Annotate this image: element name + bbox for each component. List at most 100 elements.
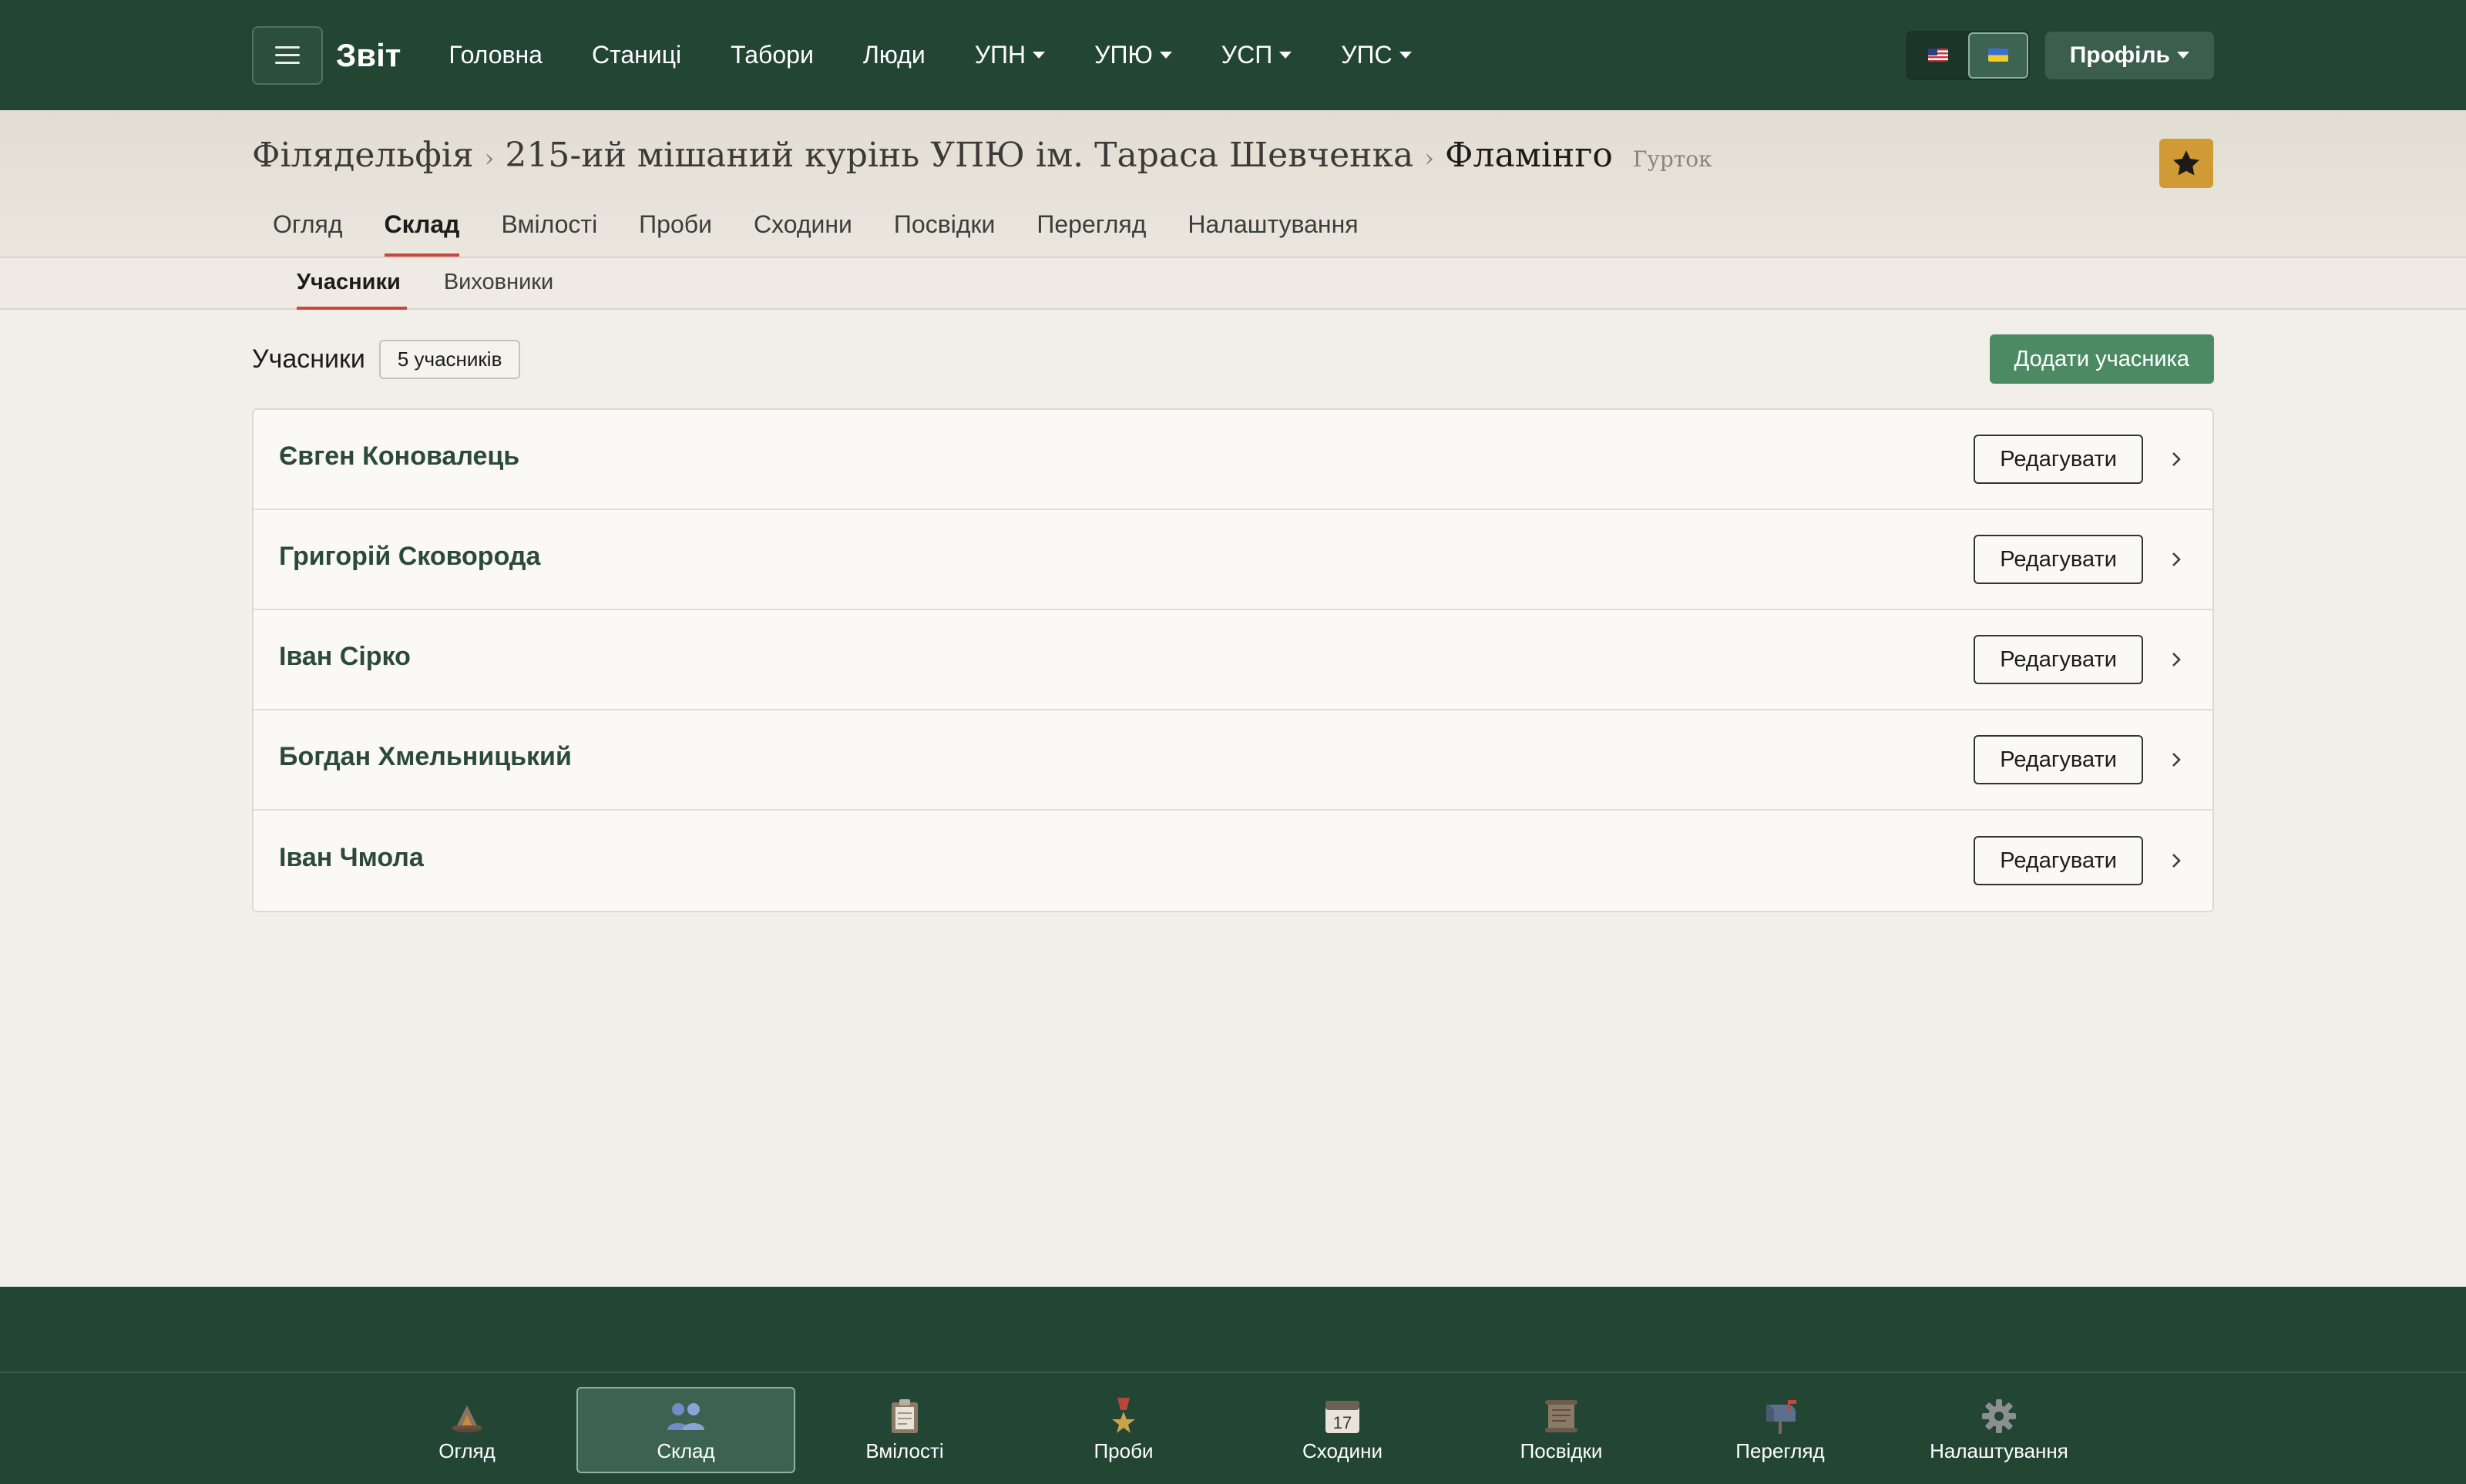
nav-link-label: Люди: [862, 41, 926, 69]
chevron-right-icon[interactable]: [2165, 551, 2188, 568]
edit-member-button[interactable]: Редагувати: [1974, 735, 2143, 784]
nav-link-label: Станиці: [591, 41, 682, 69]
bottom-nav-label: Сходини: [1302, 1439, 1383, 1462]
chevron-right-icon[interactable]: [2165, 651, 2188, 668]
caret-down-icon: [2177, 52, 2189, 59]
language-english-button[interactable]: [1908, 32, 1968, 79]
member-row[interactable]: Григорій Сковорода Редагувати: [254, 510, 2212, 610]
calendar-icon: 17: [1324, 1398, 1361, 1435]
menu-toggle-button[interactable]: [252, 25, 323, 85]
bottom-nav-label: Посвідки: [1520, 1439, 1603, 1462]
page-title: Фламінго: [1444, 136, 1613, 175]
member-name[interactable]: Григорій Сковорода: [279, 542, 540, 572]
language-switcher: [1906, 30, 2030, 80]
navbar-inner: Звіт Головна Станиці Табори Люди УПН УПЮ…: [252, 0, 2214, 110]
breadcrumb-link-stanytsia[interactable]: Філядельфія: [252, 136, 474, 175]
chevron-right-icon[interactable]: [2165, 751, 2188, 768]
bottom-nav-label: Проби: [1094, 1439, 1154, 1462]
member-row[interactable]: Богдан Хмельницький Редагувати: [254, 710, 2212, 811]
chevron-right-icon[interactable]: [2165, 451, 2188, 468]
member-list: Євген Коновалець Редагувати Григорій Ско…: [252, 408, 2214, 912]
tab-overview[interactable]: Огляд: [252, 203, 364, 257]
edit-member-button[interactable]: Редагувати: [1974, 435, 2143, 484]
bottom-nav-review[interactable]: Перегляд: [1671, 1387, 1890, 1473]
bottom-nav-label: Вмілості: [865, 1439, 944, 1462]
member-row[interactable]: Євген Коновалець Редагувати: [254, 410, 2212, 510]
unit-type-label: Гурток: [1632, 146, 1712, 172]
member-name[interactable]: Євген Коновалець: [279, 442, 519, 472]
members-title: Учасники: [252, 344, 365, 374]
tab-review[interactable]: Перегляд: [1016, 203, 1167, 257]
bottom-nav-overview[interactable]: Огляд: [358, 1387, 576, 1473]
page-header: Філядельфія › 215-ий мішаний курінь УПЮ …: [0, 110, 2466, 257]
breadcrumb-link-kurin[interactable]: 215-ий мішаний курінь УПЮ ім. Тараса Шев…: [505, 136, 1413, 175]
bottom-nav-label: Перегляд: [1735, 1439, 1825, 1462]
tab-skills[interactable]: Вмілості: [480, 203, 618, 257]
people-icon: [666, 1398, 706, 1435]
member-count-badge: 5 учасників: [378, 339, 521, 379]
nav-link-stanytsi[interactable]: Станиці: [592, 41, 681, 69]
nav-link-label: УПН: [974, 41, 1026, 69]
profile-dropdown-button[interactable]: Профіль: [2044, 31, 2214, 79]
gear-icon: [1981, 1398, 2017, 1435]
bottom-nav: Огляд Склад Вмілості Проби 17 Сходини По…: [0, 1372, 2466, 1484]
add-member-button[interactable]: Додати учасника: [1989, 334, 2214, 384]
chevron-right-icon[interactable]: [2165, 852, 2188, 869]
navbar-right: Профіль: [1906, 30, 2214, 80]
bottom-nav-roster[interactable]: Склад: [576, 1387, 795, 1473]
us-flag-icon: [1927, 49, 1948, 62]
member-row[interactable]: Іван Сірко Редагувати: [254, 610, 2212, 710]
language-ukrainian-button[interactable]: [1967, 32, 2028, 79]
nav-link-home[interactable]: Головна: [449, 41, 543, 69]
tab-certificates[interactable]: Посвідки: [873, 203, 1016, 257]
breadcrumb: Філядельфія › 215-ий мішаний курінь УПЮ …: [252, 136, 1712, 175]
nav-dropdown-usp[interactable]: УСП: [1221, 41, 1292, 69]
edit-member-button[interactable]: Редагувати: [1974, 836, 2143, 885]
clipboard-icon: [889, 1398, 920, 1435]
profile-label: Профіль: [2069, 42, 2170, 68]
member-name[interactable]: Богдан Хмельницький: [279, 742, 572, 772]
edit-member-button[interactable]: Редагувати: [1974, 535, 2143, 584]
subtab-leaders[interactable]: Виховники: [422, 258, 575, 308]
caret-down-icon: [1159, 52, 1172, 59]
nav-dropdown-upn[interactable]: УПН: [974, 41, 1046, 69]
svg-text:17: 17: [1333, 1413, 1352, 1432]
nav-link-people[interactable]: Люди: [863, 41, 926, 69]
nav-dropdown-upyu[interactable]: УПЮ: [1094, 41, 1172, 69]
subtab-members[interactable]: Учасники: [275, 258, 422, 310]
star-icon: [2173, 150, 2199, 176]
breadcrumb-separator: ›: [484, 143, 495, 173]
main-nav: Головна Станиці Табори Люди УПН УПЮ УСП …: [449, 41, 1460, 69]
tab-roster[interactable]: Склад: [364, 203, 481, 257]
bottom-nav-tests[interactable]: Проби: [1014, 1387, 1233, 1473]
bottom-nav-label: Огляд: [438, 1439, 496, 1462]
member-row[interactable]: Іван Чмола Редагувати: [254, 811, 2212, 911]
nav-link-camps[interactable]: Табори: [731, 41, 814, 69]
bottom-nav-settings[interactable]: Налаштування: [1890, 1387, 2108, 1473]
bottom-nav-skills[interactable]: Вмілості: [795, 1387, 1014, 1473]
nav-link-label: УПС: [1341, 41, 1393, 69]
subtabs: Учасники Виховники: [275, 258, 575, 310]
bottom-nav-certificates[interactable]: Посвідки: [1452, 1387, 1671, 1473]
bottom-nav-meetings[interactable]: 17 Сходини: [1233, 1387, 1452, 1473]
caret-down-icon: [1279, 52, 1292, 59]
favorite-button[interactable]: [2159, 139, 2213, 188]
tab-meetings[interactable]: Сходини: [733, 203, 873, 257]
scroll-icon: [1544, 1398, 1579, 1435]
bottom-nav-label: Налаштування: [1930, 1439, 2068, 1462]
nav-link-label: Табори: [731, 41, 814, 69]
nav-link-label: УПЮ: [1094, 41, 1153, 69]
nav-dropdown-ups[interactable]: УПС: [1341, 41, 1412, 69]
subtabs-bar: Учасники Виховники: [0, 258, 2466, 310]
bottom-nav-items: Огляд Склад Вмілості Проби 17 Сходини По…: [358, 1387, 2108, 1473]
mailbox-icon: [1762, 1398, 1799, 1435]
hamburger-icon: [275, 45, 300, 65]
tab-tests[interactable]: Проби: [618, 203, 733, 257]
brand-logo[interactable]: Звіт: [336, 37, 401, 74]
nav-link-label: Головна: [449, 41, 543, 69]
edit-member-button[interactable]: Редагувати: [1974, 635, 2143, 684]
tab-settings[interactable]: Налаштування: [1167, 203, 1379, 257]
member-name[interactable]: Іван Сірко: [279, 642, 411, 672]
members-header: Учасники 5 учасників Додати учасника: [252, 334, 2214, 384]
member-name[interactable]: Іван Чмола: [279, 843, 424, 873]
